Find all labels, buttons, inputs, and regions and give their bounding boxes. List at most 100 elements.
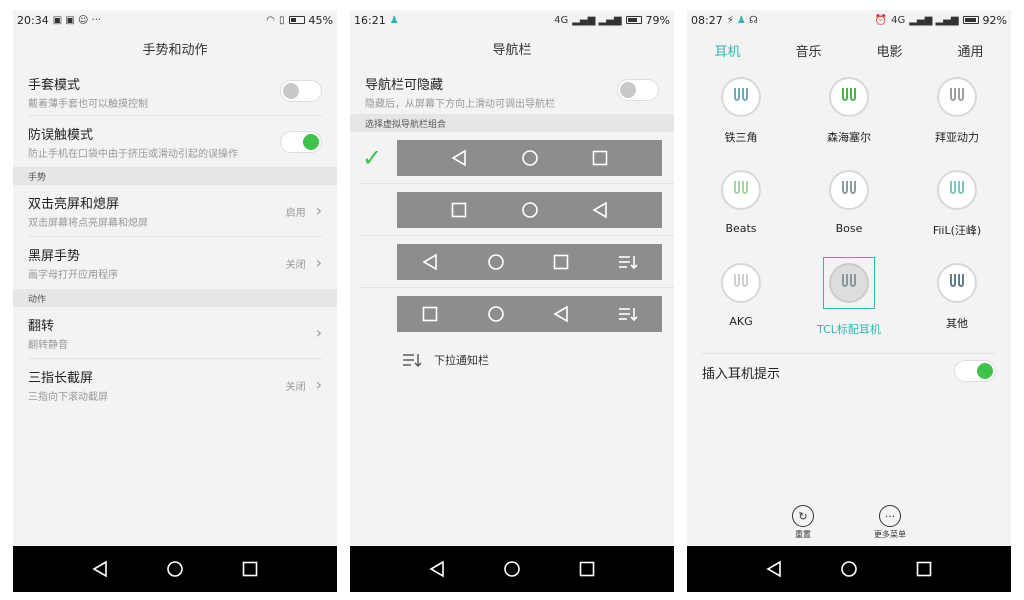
headphone-label: AKG [729, 315, 753, 328]
row-subtitle: 画字母打开应用程序 [28, 270, 118, 281]
home-icon [521, 150, 538, 166]
navbar-option-2[interactable] [350, 184, 674, 236]
hide-navbar-toggle[interactable] [617, 79, 659, 101]
notification-icon: ⚡ ♟ ☊ [726, 14, 758, 26]
battery-percent: 79% [645, 13, 670, 27]
recents-icon[interactable] [241, 560, 259, 578]
reset-button[interactable]: ↻ 重置 [792, 505, 814, 540]
recents-icon [451, 202, 467, 218]
signal-bars-icon: ▂▄▆ ▂▄▆ [572, 14, 622, 26]
headphone-label: 铁三角 [724, 131, 758, 144]
headphone-option[interactable]: 森海塞尔 [795, 74, 903, 167]
screen-headphones: 08:27 ⚡ ♟ ☊ ⏰ 4G ▂▄▆ ▂▄▆ 92% 耳机 音乐 电影 通用… [687, 10, 1011, 592]
glove-mode-row[interactable]: 手套模式 戴着薄手套也可以触摸控制 [13, 66, 337, 116]
home-icon [487, 254, 504, 270]
insert-tip-row[interactable]: 插入耳机提示 [687, 353, 1011, 389]
more-icon: ··· [879, 505, 901, 527]
headphone-label: Beats [725, 222, 757, 235]
navbar-option-4[interactable] [350, 288, 674, 340]
recents-icon [554, 254, 569, 270]
row-title: 插入耳机提示 [702, 367, 781, 382]
back-icon [592, 201, 608, 219]
battery-icon [962, 16, 979, 24]
flip-row[interactable]: 翻转 翻转静音 › [13, 307, 337, 359]
tab-headphones[interactable]: 耳机 [714, 41, 740, 60]
more-label: 更多菜单 [874, 530, 906, 539]
tab-movie[interactable]: 电影 [876, 41, 902, 60]
headphone-label: TCL标配耳机 [817, 323, 881, 336]
more-menu-button[interactable]: ··· 更多菜单 [874, 505, 906, 540]
navbar-option-3[interactable] [350, 236, 674, 288]
headphone-icon [829, 263, 869, 303]
back-icon [422, 253, 437, 271]
row-subtitle: 隐藏后，从屏幕下方向上滑动可调出导航栏 [365, 99, 555, 110]
status-bar: 20:34 ▣ ▣ ☺ ··· ◠ ▯ 45% [13, 10, 337, 30]
tab-bar: 耳机 音乐 电影 通用 [687, 30, 1011, 70]
headphone-icon [937, 77, 977, 117]
screen-gestures: 20:34 ▣ ▣ ☺ ··· ◠ ▯ 45% 手势和动作 手套模式 戴着薄手套… [13, 10, 337, 592]
row-subtitle: 三指向下滚动截屏 [28, 392, 108, 403]
home-icon[interactable] [166, 560, 184, 578]
headphone-icon [721, 170, 761, 210]
recents-icon[interactable] [578, 560, 596, 578]
row-subtitle: 双击屏幕将点亮屏幕和熄屏 [28, 218, 148, 229]
glove-mode-toggle[interactable] [280, 80, 322, 102]
battery-icon [625, 16, 642, 24]
row-subtitle: 翻转静音 [28, 340, 68, 351]
checkmark-icon: ✓ [362, 144, 383, 172]
tab-music[interactable]: 音乐 [795, 41, 821, 60]
headphone-option[interactable]: 铁三角 [687, 74, 795, 167]
status-time: 20:34 [17, 13, 49, 27]
row-title: 双击亮屏和熄屏 [28, 197, 120, 212]
headphone-option[interactable]: TCL标配耳机 [795, 257, 903, 353]
headphone-icon [829, 77, 869, 117]
signal-icon: 4G [891, 14, 906, 26]
row-value: 关闭 [285, 381, 306, 393]
status-time: 16:21 [354, 13, 386, 27]
back-icon[interactable] [765, 560, 783, 578]
page-title: 手势和动作 [142, 42, 208, 58]
anti-mistouch-toggle[interactable] [280, 130, 322, 153]
row-value: 关闭 [285, 259, 306, 271]
alarm-icon: ⏰ [874, 14, 888, 26]
home-icon[interactable] [840, 560, 858, 578]
headphone-option[interactable]: Beats [687, 167, 795, 260]
hide-navbar-row[interactable]: 导航栏可隐藏 隐藏后，从屏幕下方向上滑动可调出导航栏 [350, 66, 674, 114]
recents-icon [422, 306, 438, 322]
screen-off-gesture-row[interactable]: 黑屏手势 画字母打开应用程序 关闭 › [13, 237, 337, 289]
screen-navigation-bar: 16:21 ♟ 4G ▂▄▆ ▂▄▆ 79% 导航栏 导航栏可隐藏 隐藏后，从屏… [350, 10, 674, 592]
recents-icon [592, 150, 608, 166]
row-title: 导航栏可隐藏 [365, 78, 444, 93]
status-bar: 16:21 ♟ 4G ▂▄▆ ▂▄▆ 79% [350, 10, 674, 30]
three-finger-screenshot-row[interactable]: 三指长截屏 三指向下滚动截屏 关闭 › [13, 359, 337, 411]
headphone-option[interactable]: Bose [795, 167, 903, 260]
headphone-label: 拜亚动力 [935, 131, 979, 144]
pull-down-notification-icon [403, 354, 422, 367]
headphone-option[interactable]: FiiL(汪峰) [903, 167, 1011, 260]
double-tap-row[interactable]: 双击亮屏和熄屏 双击屏幕将点亮屏幕和熄屏 启用 › [13, 185, 337, 237]
headphone-option[interactable]: 其他 [903, 260, 1011, 353]
headphone-option[interactable]: AKG [687, 260, 795, 353]
recents-icon[interactable] [915, 560, 933, 578]
bottom-actions: ↻ 重置 ··· 更多菜单 [687, 505, 1011, 540]
anti-mistouch-row[interactable]: 防误触模式 防止手机在口袋中由于挤压或滑动引起的误操作 [13, 116, 337, 167]
back-icon[interactable] [91, 560, 109, 578]
navbar-option-1[interactable]: ✓ [350, 132, 674, 184]
signal-icon: 4G [554, 14, 569, 26]
insert-tip-toggle[interactable] [954, 360, 996, 382]
reset-icon: ↻ [792, 505, 814, 527]
status-bar: 08:27 ⚡ ♟ ☊ ⏰ 4G ▂▄▆ ▂▄▆ 92% [687, 10, 1011, 30]
headphone-icon [721, 263, 761, 303]
tab-general[interactable]: 通用 [957, 41, 983, 60]
system-nav-bar [13, 546, 337, 592]
back-icon[interactable] [428, 560, 446, 578]
back-icon [451, 149, 466, 167]
row-value: 启用 [285, 207, 306, 219]
section-header-gesture: 手势 [13, 167, 337, 185]
status-time: 08:27 [691, 13, 723, 27]
headphone-option[interactable]: 拜亚动力 [903, 74, 1011, 167]
headphone-label: FiiL(汪峰) [932, 224, 982, 237]
notification-icon: ♟ [389, 14, 399, 26]
home-icon[interactable] [503, 560, 521, 578]
system-nav-bar [687, 546, 1011, 592]
